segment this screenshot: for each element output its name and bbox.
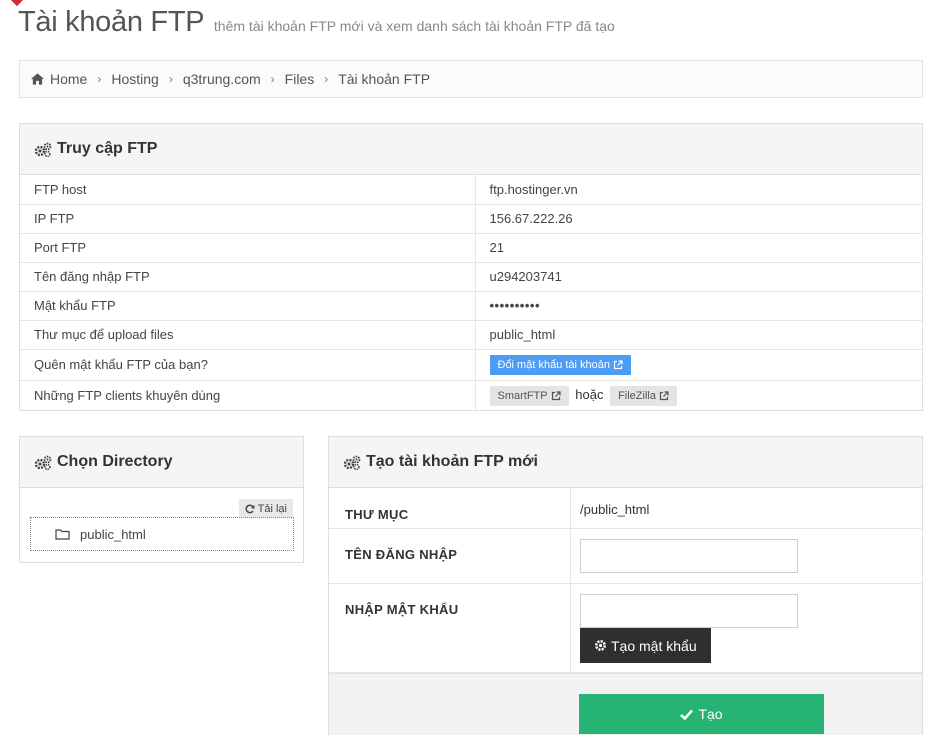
- directory-row: THƯ MỤC /public_html: [329, 488, 922, 529]
- breadcrumb-separator: ›: [168, 72, 173, 86]
- password-masked-value: ••••••••••: [474, 290, 922, 320]
- table-row: Mật khẩu FTP ••••••••••: [20, 290, 922, 320]
- filezilla-button[interactable]: FileZilla: [610, 385, 677, 406]
- cogs-icon: [343, 455, 361, 470]
- create-submit-label: Tạo: [698, 706, 723, 722]
- row-label: FTP host: [34, 181, 87, 197]
- breadcrumb-files[interactable]: Files: [285, 71, 315, 87]
- row-value: public_html: [474, 319, 922, 349]
- directory-title: Chọn Directory: [57, 453, 173, 470]
- ftp-access-heading: Truy cập FTP: [20, 124, 922, 175]
- smartftp-button[interactable]: SmartFTP: [489, 385, 569, 406]
- row-label: Mật khẩu FTP: [20, 290, 475, 320]
- breadcrumb-domain[interactable]: q3trung.com: [183, 71, 261, 87]
- breadcrumb-home[interactable]: Home: [50, 71, 87, 87]
- ftp-info-table: FTP host ftp.hostinger.vn IP FTP 156.67.…: [20, 175, 922, 411]
- breadcrumb-current: Tài khoản FTP: [338, 71, 431, 87]
- table-row: IP FTP 156.67.222.26: [20, 203, 922, 233]
- table-row: Port FTP 21: [20, 232, 922, 262]
- row-label: Quên mật khẩu FTP của bạn?: [20, 348, 475, 380]
- table-row: Thư mục để upload files public_html: [20, 319, 922, 349]
- page-title: Tài khoản FTP: [18, 6, 205, 38]
- refresh-icon: [245, 504, 255, 513]
- directory-value: /public_html: [580, 502, 650, 517]
- filezilla-label: FileZilla: [618, 389, 656, 402]
- password-label: NHẬP MẬT KHẨU: [345, 602, 459, 617]
- row-value: 21: [474, 232, 922, 262]
- generate-password-label: Tạo mật khẩu: [611, 637, 697, 654]
- row-value: Đổi mật khẩu tài khoản: [474, 348, 922, 380]
- row-label: Tên đăng nhập FTP: [20, 261, 475, 291]
- breadcrumb-separator: ›: [270, 72, 275, 86]
- smartftp-label: SmartFTP: [497, 389, 548, 402]
- reload-label: Tải lại: [257, 502, 287, 515]
- gear-icon: [595, 640, 606, 651]
- table-row: Tên đăng nhập FTP u294203741: [20, 261, 922, 291]
- home-icon: [31, 73, 44, 85]
- row-label: Những FTP clients khuyên dùng: [20, 379, 475, 411]
- row-value: u294203741: [474, 261, 922, 291]
- cogs-icon: [34, 142, 52, 157]
- folder-name: public_html: [80, 526, 146, 542]
- directory-label: THƯ MỤC: [345, 507, 409, 522]
- table-row: FTP host ftp.hostinger.vn: [20, 175, 922, 204]
- row-label: Port FTP: [20, 232, 475, 262]
- ftp-access-panel: Truy cập FTP FTP host ftp.hostinger.vn I…: [19, 123, 923, 411]
- breadcrumb-hosting[interactable]: Hosting: [111, 71, 158, 87]
- breadcrumb: Home › Hosting › q3trung.com › Files › T…: [19, 60, 923, 98]
- reload-button[interactable]: Tải lại: [238, 499, 293, 518]
- row-label: IP FTP: [20, 203, 475, 233]
- username-input[interactable]: [580, 539, 798, 573]
- column-divider: [570, 529, 571, 583]
- directory-heading: Chọn Directory: [20, 437, 303, 488]
- breadcrumb-separator: ›: [97, 72, 102, 86]
- external-link-icon: [659, 391, 669, 400]
- generate-password-button[interactable]: Tạo mật khẩu: [580, 628, 711, 663]
- external-link-icon: [613, 359, 623, 369]
- ftp-access-title: Truy cập FTP: [57, 140, 158, 157]
- username-row: TÊN ĐĂNG NHẬP: [329, 529, 922, 584]
- row-value: SmartFTP hoặc FileZilla: [474, 379, 922, 411]
- table-row: Những FTP clients khuyên dùng SmartFTP h…: [20, 379, 922, 411]
- create-submit-button[interactable]: Tạo: [579, 694, 824, 734]
- create-account-heading: Tạo tài khoản FTP mới: [329, 437, 922, 488]
- check-icon: [680, 709, 694, 720]
- row-value: ftp.hostinger.vn: [474, 175, 922, 204]
- page-header: Tài khoản FTP thêm tài khoản FTP mới và …: [18, 6, 615, 39]
- external-link-icon: [551, 391, 561, 400]
- create-account-panel: Tạo tài khoản FTP mới THƯ MỤC /public_ht…: [328, 436, 923, 735]
- column-divider: [570, 488, 571, 528]
- table-row: Quên mật khẩu FTP của bạn? Đổi mật khẩu …: [20, 348, 922, 380]
- cogs-icon: [34, 455, 52, 470]
- row-value: 156.67.222.26: [474, 203, 922, 233]
- or-text: hoặc: [575, 386, 604, 402]
- page-subtitle: thêm tài khoản FTP mới và xem danh sách …: [213, 18, 615, 34]
- change-password-button[interactable]: Đổi mật khẩu tài khoản: [489, 354, 632, 375]
- form-footer: Tạo: [329, 673, 922, 735]
- row-label: Thư mục để upload files: [20, 319, 475, 349]
- password-row: NHẬP MẬT KHẨU Tạo mật khẩu: [329, 584, 922, 673]
- create-account-title: Tạo tài khoản FTP mới: [366, 453, 538, 470]
- folder-icon: [55, 529, 70, 540]
- change-password-label: Đổi mật khẩu tài khoản: [497, 358, 611, 371]
- directory-tree-item[interactable]: public_html: [30, 517, 294, 551]
- directory-panel: Chọn Directory Tải lại public_html: [19, 436, 304, 563]
- column-divider: [570, 584, 571, 672]
- password-input[interactable]: [580, 594, 798, 628]
- breadcrumb-separator: ›: [324, 72, 329, 86]
- username-label: TÊN ĐĂNG NHẬP: [345, 547, 458, 562]
